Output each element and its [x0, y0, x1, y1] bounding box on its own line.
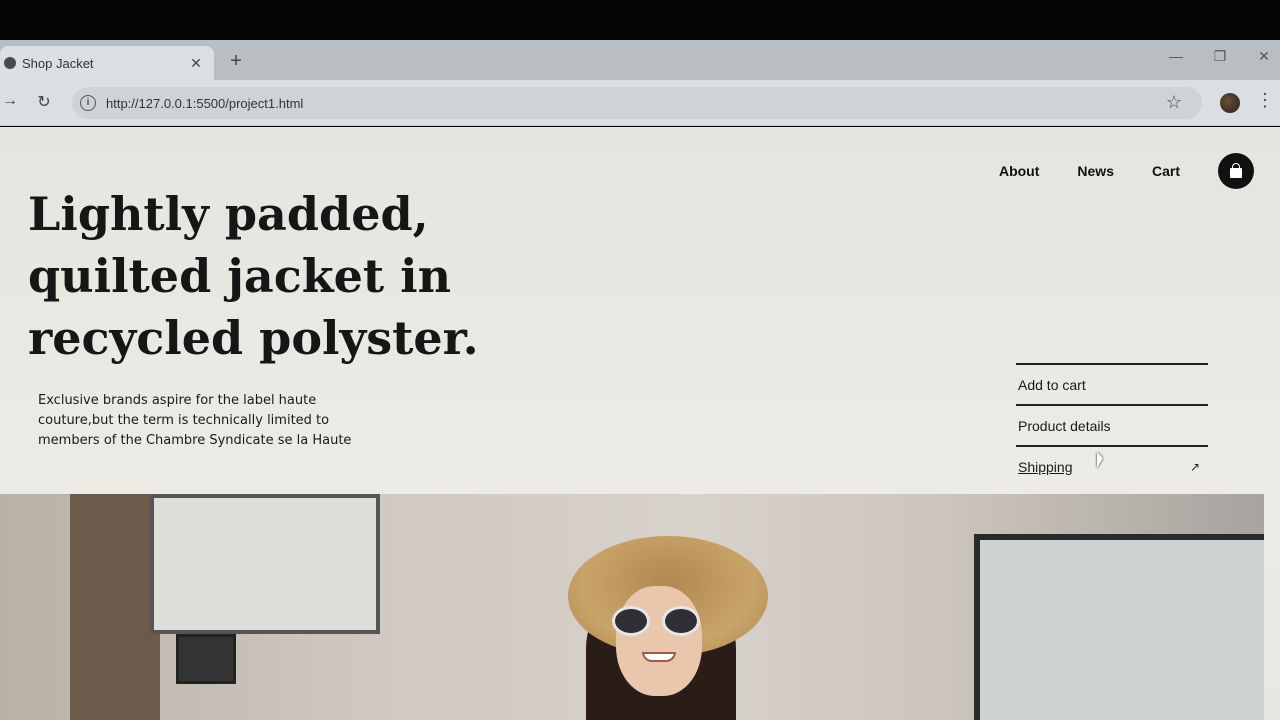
- model-face: [616, 586, 702, 696]
- minimize-window-button[interactable]: —: [1166, 48, 1186, 64]
- description-line: members of the Chambre Syndicate se la H…: [38, 433, 352, 448]
- hero-headline: Lightly padded, quilted jacket in recycl…: [28, 183, 548, 369]
- url-text[interactable]: http://127.0.0.1:5500/project1.html: [106, 96, 303, 111]
- building-facade: [70, 494, 160, 720]
- product-actions: Add to cart Product details Shipping ↗: [1016, 363, 1208, 486]
- info-icon[interactable]: i: [80, 95, 96, 111]
- new-tab-button[interactable]: +: [226, 50, 246, 73]
- tab-title: Shop Jacket: [22, 55, 94, 71]
- headline-line: Lightly padded,: [28, 187, 429, 241]
- favicon-icon: [4, 57, 16, 69]
- headline-line: quilted jacket in: [28, 249, 452, 303]
- hero-description: Exclusive brands aspire for the label ha…: [38, 391, 388, 451]
- profile-avatar[interactable]: [1220, 93, 1240, 113]
- browser-tab-bar: Shop Jacket ✕ + — ❐ ✕: [0, 40, 1280, 80]
- nav-link-about[interactable]: About: [999, 163, 1039, 179]
- shopping-bag-button[interactable]: [1218, 153, 1254, 189]
- tab-close-icon[interactable]: ✕: [188, 55, 204, 72]
- sunglasses: [612, 606, 704, 636]
- model-smile: [642, 652, 676, 662]
- building-window: [150, 494, 380, 634]
- reload-icon[interactable]: ↻: [34, 92, 54, 112]
- bookmark-star-icon[interactable]: ☆: [1166, 92, 1182, 113]
- restore-window-button[interactable]: ❐: [1210, 48, 1230, 65]
- nav-link-cart[interactable]: Cart: [1152, 163, 1180, 179]
- kebab-menu-icon[interactable]: ⋮: [1256, 90, 1274, 111]
- building-window: [974, 534, 1264, 720]
- shopping-bag-icon: [1230, 163, 1242, 178]
- close-window-button[interactable]: ✕: [1254, 48, 1274, 65]
- browser-tab[interactable]: Shop Jacket ✕: [0, 46, 214, 80]
- site-nav: About News Cart: [999, 153, 1280, 189]
- mouse-cursor: [1097, 452, 1103, 468]
- back-arrow-icon[interactable]: →: [0, 92, 20, 110]
- action-label: Product details: [1018, 417, 1111, 434]
- action-label: Add to cart: [1018, 376, 1086, 393]
- product-details-link[interactable]: Product details: [1016, 404, 1208, 445]
- action-label: Shipping: [1018, 458, 1073, 475]
- description-line: Exclusive brands aspire for the label ha…: [38, 393, 317, 408]
- external-arrow-icon: ↗: [1189, 459, 1200, 474]
- nav-link-news[interactable]: News: [1077, 163, 1114, 179]
- web-page: About News Cart Lightly padded, quilted …: [0, 127, 1280, 720]
- street-lamp: [176, 634, 236, 684]
- address-bar[interactable]: i http://127.0.0.1:5500/project1.html ☆: [72, 87, 1202, 119]
- hero-image: [0, 494, 1264, 720]
- description-line: couture,but the term is technically limi…: [38, 413, 330, 428]
- add-to-cart-link[interactable]: Add to cart: [1016, 363, 1208, 404]
- headline-line: recycled polyster.: [28, 311, 479, 365]
- shipping-link[interactable]: Shipping ↗: [1016, 445, 1208, 486]
- browser-toolbar: → ↻ i http://127.0.0.1:5500/project1.htm…: [0, 80, 1280, 126]
